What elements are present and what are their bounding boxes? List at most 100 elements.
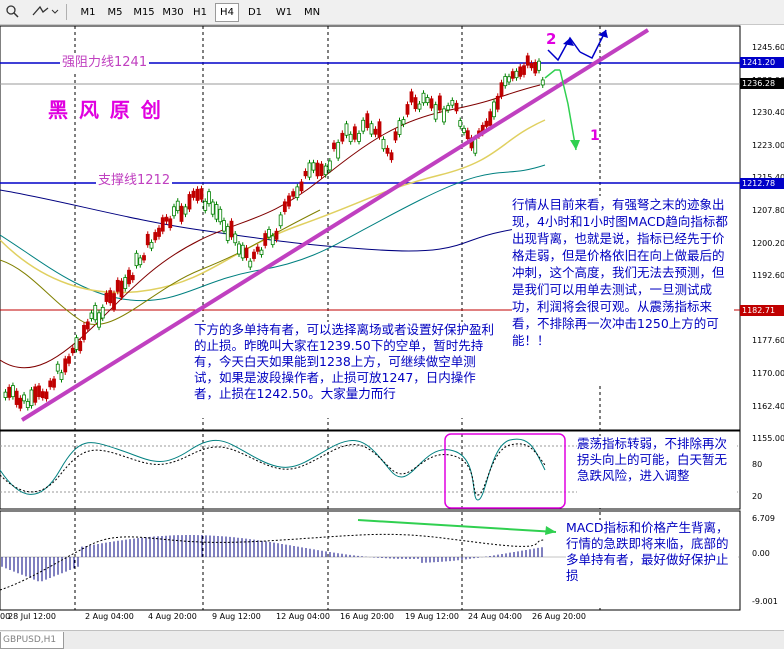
candle-body [248,260,253,268]
candle-body [108,290,113,304]
candle-body [168,218,173,229]
timeframe-w1[interactable]: W1 [272,3,296,22]
candle-body [484,120,489,127]
candle-body [332,142,336,150]
candle-body [365,113,370,129]
candle-body [100,306,105,319]
time-axis-partial-label: 00 [0,612,11,621]
symbol-tab[interactable]: GBPUSD,H1 [0,632,64,649]
candle-body [465,130,470,140]
price-tick: 1162.40 [752,401,784,411]
candle-body [389,152,394,161]
candle-body [433,104,438,120]
zoom-icon[interactable] [4,3,22,19]
candle-body [210,201,215,215]
macd-tick: 0.00 [752,549,770,558]
candle-body [130,275,135,281]
price-tick: 1177.60 [752,336,784,346]
candle-body [357,132,361,142]
timeframe-h1[interactable]: H1 [188,3,212,22]
candle-body [537,60,541,71]
candle-body [229,220,234,238]
timeframe-h4[interactable]: H4 [215,3,239,22]
timeframe-m15[interactable]: M15 [130,3,158,22]
candle-body [255,246,260,252]
macd-divergence-arrow [357,519,557,533]
candle-body [142,255,146,261]
candle-body [37,385,41,397]
oscillator-tick: 80 [752,460,763,469]
candle-body [425,97,430,104]
candle-body [183,206,188,215]
candle-body [405,104,410,115]
candle-body [340,132,345,142]
timeframe-m5[interactable]: M5 [103,3,127,22]
candle-body [522,65,526,75]
candle-body [82,325,86,340]
time-axis-label: 9 Aug 12:00 [212,612,261,621]
time-axis-label: 28 Jul 12:00 [8,612,56,621]
candle-body [270,235,275,246]
toolbar-separator [66,4,67,20]
candle-body [175,200,180,211]
candle-body [518,66,523,77]
macd-tick: -9.001 [752,597,778,606]
candle-body [311,162,316,171]
candle-body [97,312,101,328]
candle-body [14,390,19,405]
time-axis-label: 12 Aug 04:00 [276,612,330,621]
candle-body [327,160,332,171]
candle-body [533,62,538,74]
candle-body [78,341,83,352]
candle-body [104,292,109,302]
time-axis-label: 4 Aug 20:00 [148,612,197,621]
candle-body [153,232,158,241]
candle-body [127,269,131,285]
timeframe-m1[interactable]: M1 [76,3,100,22]
strategy-comment-box: 下方的多单持有者，可以选择离场或者设置好保护盈利的止损。昨晚叫大家在1239.5… [194,322,494,418]
candle-body [446,105,451,111]
candle-body [70,347,75,354]
candle-body [44,391,49,400]
candle-body [263,233,268,246]
candle-body [462,127,466,133]
candle-body [319,163,324,177]
timeframe-m30[interactable]: M30 [159,3,187,22]
candle-body [488,111,493,126]
price-tick: 1245.60 [752,43,784,52]
candle-body [385,147,390,154]
candle-body [52,378,56,388]
candle-body [3,391,8,398]
candle-body [429,98,434,109]
candle-body [85,321,90,330]
wave-label-2: 2 [546,30,557,48]
candle-body [29,389,34,407]
candle-body [454,102,459,112]
candle-body [442,108,446,123]
candle-body [274,230,279,240]
macd-divergence-arrowhead [545,526,556,535]
drawing-tools-icon[interactable] [30,3,60,19]
candle-body [295,186,300,198]
price-tag: 1182.71 [740,305,784,316]
candle-body [377,121,382,138]
candle-body [344,123,349,136]
price-scale[interactable]: 1245.601238.001230.401223.001215.401207.… [746,24,784,624]
candle-body [507,76,511,83]
price-tick: 1200.20 [752,238,784,248]
timeframe-d1[interactable]: D1 [243,3,267,22]
timeframe-mn[interactable]: MN [300,3,324,22]
candle-body [401,119,406,125]
time-axis-label: 19 Aug 12:00 [405,612,459,621]
candle-body [267,228,271,238]
candle-body [160,217,165,232]
candle-body [214,204,219,220]
price-tick: 1223.00 [752,140,784,150]
macd-signal-line [0,533,546,591]
candle-body [63,358,68,373]
candle-body [514,70,519,79]
candle-body [222,220,226,232]
projection-arrow-stub [544,69,560,79]
wave-label-1: 1 [590,128,600,144]
candle-body [203,200,208,211]
